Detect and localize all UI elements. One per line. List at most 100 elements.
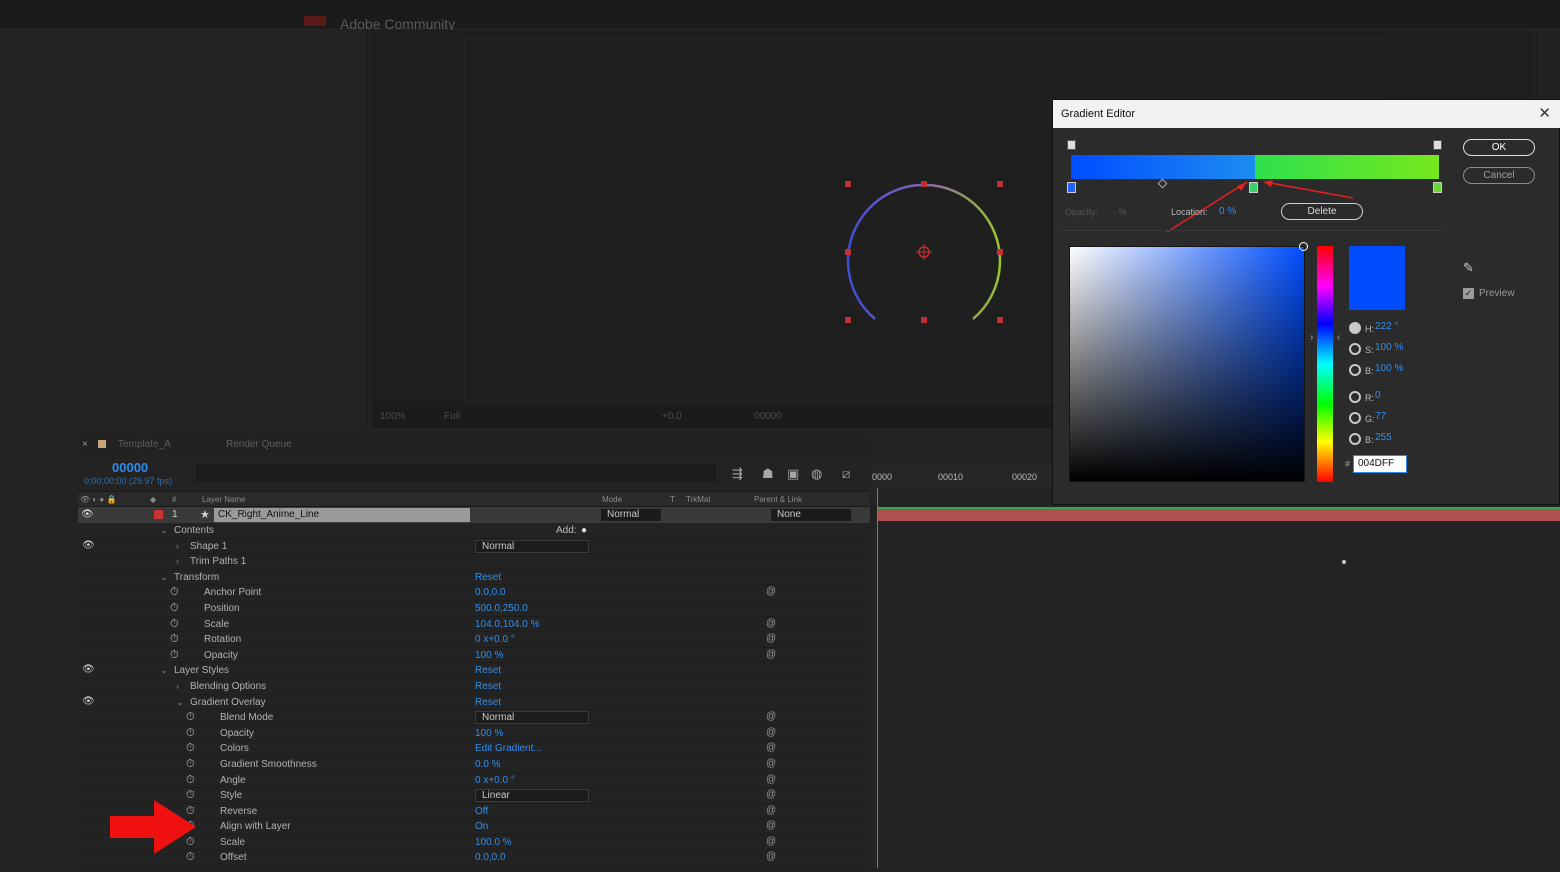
pick-whip-icon[interactable]: @ xyxy=(766,711,776,722)
property-row[interactable]: 👁 ⌄ Layer Styles Reset xyxy=(78,663,870,679)
stopwatch-icon[interactable]: ⏱ xyxy=(186,711,195,724)
bbox-handle[interactable] xyxy=(997,249,1003,255)
property-row[interactable]: ⏱ Angle 0 x+0.0 ° @ xyxy=(78,772,870,789)
property-value[interactable]: 0.0,0.0 xyxy=(475,852,506,863)
keyframe-dot[interactable] xyxy=(1342,560,1346,564)
cancel-button[interactable]: Cancel xyxy=(1463,167,1535,184)
pick-whip-icon[interactable]: @ xyxy=(766,586,776,597)
property-row[interactable]: 👁 ⌄ Gradient Overlay Reset xyxy=(78,694,870,711)
b-value[interactable]: 100 % xyxy=(1375,363,1403,374)
visibility-eye-icon[interactable]: 👁 xyxy=(82,540,95,551)
property-value[interactable]: On xyxy=(475,821,488,832)
pick-whip-icon[interactable]: @ xyxy=(766,851,776,862)
property-value[interactable]: 0.0,0.0 xyxy=(475,587,506,598)
property-dropdown[interactable]: Linear xyxy=(475,789,589,803)
eyedropper-icon[interactable]: ✎ xyxy=(1463,260,1474,276)
b2-radio[interactable] xyxy=(1349,433,1361,445)
layer-name[interactable]: CK_Right_Anime_Line xyxy=(214,508,470,522)
property-row[interactable]: ⏱ Rotation 0 x+0.0 ° @ xyxy=(78,632,870,648)
color-stop-blue[interactable] xyxy=(1067,182,1076,193)
delete-button[interactable]: Delete xyxy=(1281,203,1363,220)
stopwatch-icon[interactable]: ⏱ xyxy=(170,649,179,662)
property-row[interactable]: ⌄ Transform Reset xyxy=(78,569,870,586)
timeline-graph-area[interactable] xyxy=(872,460,1560,872)
b-radio[interactable] xyxy=(1349,364,1361,376)
property-value[interactable]: 100.0 % xyxy=(475,837,512,848)
property-row[interactable]: 👁 › Shape 1 Normal xyxy=(78,538,870,555)
property-value[interactable]: Reset xyxy=(475,572,501,583)
property-value[interactable]: Edit Gradient... xyxy=(475,743,542,754)
pick-whip-icon[interactable]: @ xyxy=(766,836,776,847)
close-tab-icon[interactable]: × xyxy=(82,439,88,450)
stopwatch-icon[interactable]: ⏱ xyxy=(186,774,195,787)
pick-whip-icon[interactable]: @ xyxy=(766,618,776,629)
r-radio[interactable] xyxy=(1349,391,1361,403)
layer-label-color[interactable] xyxy=(154,510,163,519)
property-row[interactable]: ⏱ Opacity 100 % @ xyxy=(78,647,870,664)
property-value[interactable]: Off xyxy=(475,806,488,817)
twirl-open-icon[interactable]: ⌄ xyxy=(160,572,168,583)
b2-value[interactable]: 255 xyxy=(1375,432,1392,443)
stopwatch-icon[interactable]: ⏱ xyxy=(170,586,179,599)
time-ruler[interactable]: 0000 00010 00020 xyxy=(872,462,1052,490)
zoom-dropdown[interactable]: 100% xyxy=(380,411,406,422)
s-value[interactable]: 100 % xyxy=(1375,342,1403,353)
pick-whip-icon[interactable]: @ xyxy=(766,742,776,753)
property-row[interactable]: ⏱ Anchor Point 0.0,0.0 @ xyxy=(78,585,870,601)
property-value[interactable]: Reset xyxy=(475,665,501,676)
opacity-value[interactable]: - % xyxy=(1113,207,1127,217)
property-value[interactable]: 500.0,250.0 xyxy=(475,603,528,614)
stopwatch-icon[interactable]: ⏱ xyxy=(186,758,195,771)
pick-whip-icon[interactable]: @ xyxy=(766,820,776,831)
bbox-handle[interactable] xyxy=(997,181,1003,187)
pick-whip-icon[interactable]: @ xyxy=(766,805,776,816)
timeline-search-input[interactable] xyxy=(196,464,716,482)
h-radio[interactable] xyxy=(1349,322,1361,334)
bbox-handle[interactable] xyxy=(921,181,927,187)
property-value[interactable]: 0.0 % xyxy=(475,759,501,770)
hex-input[interactable]: 004DFF xyxy=(1353,455,1407,473)
property-row[interactable]: ⏱ Scale 104.0,104.0 % @ xyxy=(78,616,870,633)
h-value[interactable]: 222 ° xyxy=(1375,321,1398,332)
property-row[interactable]: ⏱ Gradient Smoothness 0.0 % @ xyxy=(78,756,870,773)
stopwatch-icon[interactable]: ⏱ xyxy=(170,618,179,631)
property-row[interactable]: › Trim Paths 1 xyxy=(78,554,870,570)
preview-checkbox[interactable]: ✓ xyxy=(1463,288,1474,299)
opacity-stop-right[interactable] xyxy=(1433,140,1442,150)
property-value[interactable]: Reset xyxy=(475,681,501,692)
graph-editor-icon[interactable]: ⧄ xyxy=(842,466,850,482)
bbox-handle[interactable] xyxy=(921,317,927,323)
twirl-closed-icon[interactable]: › xyxy=(176,681,179,691)
column-layer-name[interactable]: Layer Name xyxy=(202,495,246,504)
stopwatch-icon[interactable]: ⏱ xyxy=(186,727,195,740)
bbox-handle[interactable] xyxy=(845,181,851,187)
hue-slider[interactable] xyxy=(1317,246,1333,482)
pick-whip-icon[interactable]: @ xyxy=(766,649,776,660)
property-value[interactable]: 104.0,104.0 % xyxy=(475,619,540,630)
twirl-open-icon[interactable]: ⌄ xyxy=(176,697,184,708)
property-row[interactable]: ⌄ Contents Add: ● xyxy=(78,523,870,539)
exposure-value[interactable]: +0.0 xyxy=(662,411,682,422)
pick-whip-icon[interactable]: @ xyxy=(766,727,776,738)
ok-button[interactable]: OK xyxy=(1463,139,1535,156)
color-field[interactable] xyxy=(1069,246,1305,482)
layer-visibility-eye-icon[interactable]: 👁 xyxy=(81,509,94,520)
draft-3d-icon[interactable]: ⇶ xyxy=(732,466,743,482)
bbox-handle[interactable] xyxy=(997,317,1003,323)
property-value[interactable]: 100 % xyxy=(475,650,503,661)
property-value[interactable]: 100 % xyxy=(475,728,503,739)
property-value[interactable]: 0 x+0.0 ° xyxy=(475,634,515,645)
property-dropdown[interactable]: Normal xyxy=(475,711,589,725)
layer-row[interactable] xyxy=(78,507,870,523)
property-dropdown[interactable]: Normal xyxy=(475,539,589,553)
stopwatch-icon[interactable]: ⏱ xyxy=(170,633,179,646)
current-time-indicator[interactable] xyxy=(877,488,878,868)
opacity-stop-left[interactable] xyxy=(1067,140,1076,150)
resolution-dropdown[interactable]: Full xyxy=(444,411,460,422)
frame-blend-icon[interactable]: ▣ xyxy=(787,466,799,482)
layer-duration-bar[interactable] xyxy=(878,507,1560,521)
s-radio[interactable] xyxy=(1349,343,1361,355)
add-button-icon[interactable]: ● xyxy=(581,525,587,536)
visibility-eye-icon[interactable]: 👁 xyxy=(82,696,95,707)
layer-mode-dropdown[interactable]: Normal xyxy=(600,508,662,522)
